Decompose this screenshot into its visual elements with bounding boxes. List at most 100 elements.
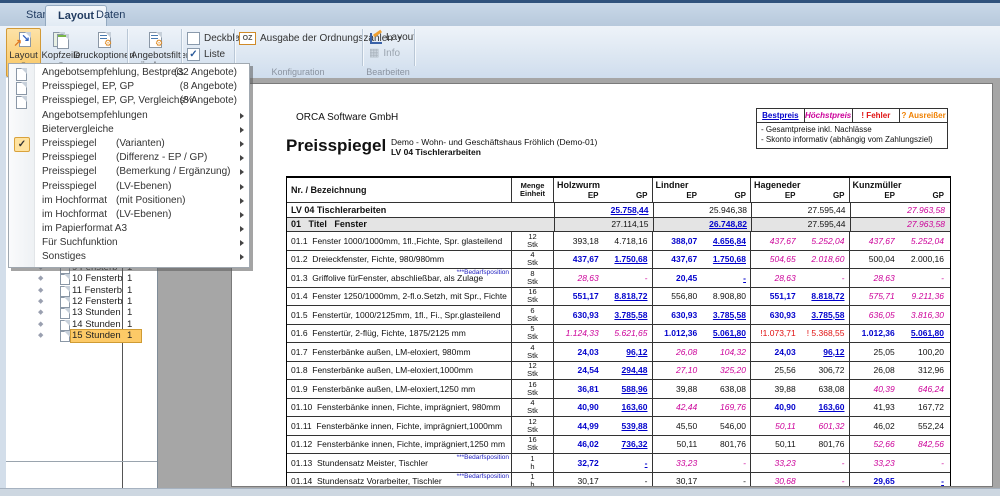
legend-ausr-label: ? Ausreißer xyxy=(900,109,947,122)
menu-item[interactable]: Sonstiges xyxy=(9,250,249,264)
menu-item-label: Für Suchfunktion xyxy=(42,236,118,250)
quantity-cell: 4Stk xyxy=(512,399,554,417)
menu-item-label: Preisspiegel, EP, GP, Vergleichs% xyxy=(42,94,193,108)
price-cell: 26.748,82 xyxy=(654,218,753,232)
price-cell: 551,178.818,72 xyxy=(751,288,850,306)
legend-best-label: Bestpreis xyxy=(757,109,805,122)
position-description: 01.4 Fenster 1250/1000mm, 2-fl.o.Setzh, … xyxy=(287,288,512,306)
position-description: 01.10 Fensterbänke innen, Fichte, impräg… xyxy=(287,399,512,417)
price-cell: 27.963,58 xyxy=(851,218,950,232)
menu-item[interactable]: ✓Preisspiegel(Varianten) xyxy=(9,137,249,151)
menu-item[interactable]: Angebotsempfehlung, Bestpreis(32 Angebot… xyxy=(9,66,249,80)
menu-item[interactable]: im Hochformat(LV-Ebenen) xyxy=(9,208,249,222)
unit-value: Stk xyxy=(512,296,553,304)
position-description: 01.5 Fenstertür, 1000/2125mm, 1fl., Fi.,… xyxy=(287,306,512,324)
price-cell: 27,10325,20 xyxy=(653,362,752,380)
diamond-bullet-icon: ◆ xyxy=(38,331,43,340)
tab-daten[interactable]: Daten xyxy=(84,5,137,25)
menu-item[interactable]: im Hochformat(mit Positionen) xyxy=(9,194,249,208)
header-gp: GP xyxy=(833,191,845,200)
price-cell: 46,02736,32 xyxy=(554,436,653,454)
menu-item[interactable]: Angebotsempfehlungen xyxy=(9,109,249,123)
document-preview-page: ORCA Software GmbH Preisspiegel Demo - W… xyxy=(231,83,993,487)
price-cell: 39,88638,08 xyxy=(751,380,850,398)
gp-value: 588,96 xyxy=(603,384,652,394)
tree-item[interactable]: ◆13 Stunden1 xyxy=(6,307,158,318)
info-button[interactable]: ▦ Info xyxy=(369,46,400,61)
price-comparison-table: Nr. / BezeichnungMengeEinheitHolzwurmEPG… xyxy=(286,176,951,487)
price-cell: 33,23- xyxy=(653,454,752,472)
submenu-arrow-icon xyxy=(240,141,244,147)
checkbox-icon xyxy=(187,32,200,45)
price-cell: 25,05100,20 xyxy=(850,343,949,361)
menu-item[interactable]: Preisspiegel(Differenz - EP / GP) xyxy=(9,151,249,165)
layout-edit-button[interactable]: Layout xyxy=(369,30,416,45)
tree-item-label: 13 Stunden xyxy=(72,307,121,318)
gp-value: 294,48 xyxy=(603,365,652,375)
tree-item[interactable]: ◆11 Fensterb1 xyxy=(6,285,158,296)
menu-item[interactable]: Preisspiegel, EP, GP(8 Angebote) xyxy=(9,80,249,94)
ep-value: 30,17 xyxy=(653,476,702,486)
document-icon xyxy=(16,68,27,81)
legend-box: BestpreisHöchstpreis! Fehler? Ausreißer … xyxy=(756,108,948,149)
menu-item[interactable]: Für Suchfunktion xyxy=(9,236,249,250)
menu-item-label: im Hochformat xyxy=(42,208,116,222)
price-cell: 30,17- xyxy=(554,473,653,488)
header-bidder: LindnerEPGP xyxy=(653,178,752,202)
menu-item[interactable]: Preisspiegel(Bemerkung / Ergänzung) xyxy=(9,165,249,179)
gp-value: 25.758,44 xyxy=(604,205,653,215)
tree-item-label: 10 Fensterb xyxy=(72,273,123,284)
tree-item[interactable]: ◆12 Fensterb1 xyxy=(6,296,158,307)
ep-value: 24,54 xyxy=(554,365,603,375)
menu-item[interactable]: Preisspiegel, EP, GP, Vergleichs%(8 Ange… xyxy=(9,94,249,108)
tree-item[interactable]: ◆15 Stunden1 xyxy=(6,330,158,341)
ep-value: 52,66 xyxy=(850,439,899,449)
gp-value: 5.061,80 xyxy=(701,328,750,338)
ep-value: 437,67 xyxy=(554,254,603,264)
submenu-arrow-icon xyxy=(240,184,244,190)
ep-value: 24,03 xyxy=(554,347,603,357)
menu-item-label: Angebotsempfehlungen xyxy=(42,109,148,123)
gp-value: 736,32 xyxy=(603,439,652,449)
gp-value: 163,60 xyxy=(603,402,652,412)
ep-value: 1.012,36 xyxy=(850,328,899,338)
gp-value: 1.750,68 xyxy=(701,254,750,264)
table-row: 01.8 Fensterbänke außen, LM-eloxiert,100… xyxy=(287,362,950,381)
menu-item[interactable]: Bietervergleiche xyxy=(9,123,249,137)
ep-value: 50,11 xyxy=(653,439,702,449)
gp-value: - xyxy=(603,273,652,283)
ep-value: 28,63 xyxy=(554,273,603,283)
deckblatt-checkbox[interactable]: Deckblatt xyxy=(187,32,246,45)
ep-value: 504,65 xyxy=(751,254,800,264)
tree-item[interactable]: ◆10 Fensterb1 xyxy=(6,273,158,284)
gp-value: - xyxy=(603,458,652,468)
company-name: ORCA Software GmbH xyxy=(296,112,398,123)
price-cell: 52,66842,56 xyxy=(850,436,949,454)
table-row: 01.3 Griffolive fürFenster, abschließbar… xyxy=(287,269,950,288)
gp-value: 5.621,65 xyxy=(603,328,652,338)
menu-item[interactable]: Preisspiegel(LV-Ebenen) xyxy=(9,180,249,194)
gp-value: - xyxy=(800,476,849,486)
gp-value: 4.718,16 xyxy=(603,236,652,246)
summary-row: LV 04 Tischlerarbeiten25.758,4425.946,38… xyxy=(287,203,950,218)
gp-value: 312,96 xyxy=(899,365,948,375)
gp-value: 104,32 xyxy=(701,347,750,357)
liste-checkbox[interactable]: ✓ Liste xyxy=(187,48,225,61)
ep-value: 40,39 xyxy=(850,384,899,394)
quantity-cell: 12Stk xyxy=(512,417,554,435)
document-icon xyxy=(16,96,27,109)
price-cell: 437,671.750,68 xyxy=(653,251,752,269)
price-cell: 1.012,365.061,80 xyxy=(850,325,949,343)
unit-value: h xyxy=(512,481,553,487)
tree-item-count: 1 xyxy=(127,330,132,341)
price-cell: 50,11801,76 xyxy=(653,436,752,454)
header-ep: EP xyxy=(785,191,796,200)
summary-label: 01 Titel Fenster xyxy=(287,218,555,232)
menu-item-count: (32 Angebote) xyxy=(174,66,237,80)
menu-item[interactable]: im Papierformat A3 xyxy=(9,222,249,236)
price-cell: 50,11601,32 xyxy=(751,417,850,435)
header-menge-einheit: MengeEinheit xyxy=(512,178,554,202)
gp-value: - xyxy=(701,458,750,468)
unit-value: h xyxy=(512,463,553,471)
ep-value: 20,45 xyxy=(653,273,702,283)
